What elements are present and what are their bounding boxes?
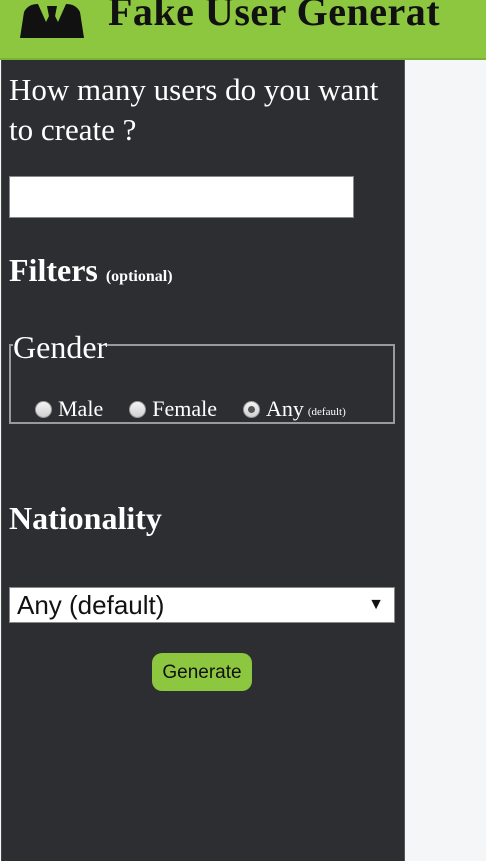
default-note: (default) bbox=[307, 406, 346, 418]
user-count-question: How many users do you want to create ? bbox=[9, 72, 379, 147]
nationality-selected-value: Any (default) bbox=[17, 590, 165, 620]
users-icon bbox=[20, 4, 84, 38]
filters-heading: Filters (optional) bbox=[9, 252, 173, 289]
gender-legend: Gender bbox=[13, 329, 108, 365]
filters-optional-note: (optional) bbox=[105, 268, 173, 285]
nationality-heading: Nationality bbox=[9, 500, 162, 536]
nationality-select[interactable]: Any (default) ▼ bbox=[9, 587, 395, 623]
radio-female[interactable] bbox=[129, 400, 147, 418]
generate-button[interactable]: Generate bbox=[152, 653, 252, 691]
gender-option-label: Any bbox=[265, 396, 304, 421]
gender-option-label: Female bbox=[152, 396, 217, 421]
dropdown-arrow-icon: ▼ bbox=[368, 596, 384, 613]
filters-label: Filters bbox=[9, 252, 98, 288]
gender-radio-group: Male Female Any (default) bbox=[35, 396, 372, 422]
radio-male[interactable] bbox=[35, 400, 52, 418]
gender-option-male[interactable]: Male bbox=[35, 396, 103, 422]
radio-any[interactable] bbox=[242, 400, 260, 418]
gender-fieldset: Gender Male Female Any (default) bbox=[9, 329, 395, 424]
gender-option-female[interactable]: Female bbox=[129, 396, 217, 422]
gender-option-any[interactable]: Any (default) bbox=[242, 396, 346, 422]
user-count-input[interactable] bbox=[9, 176, 354, 218]
page-title: Fake User Generat bbox=[108, 0, 441, 34]
app-header: Fake User Generat bbox=[0, 0, 486, 60]
gender-option-label: Male bbox=[58, 396, 104, 421]
